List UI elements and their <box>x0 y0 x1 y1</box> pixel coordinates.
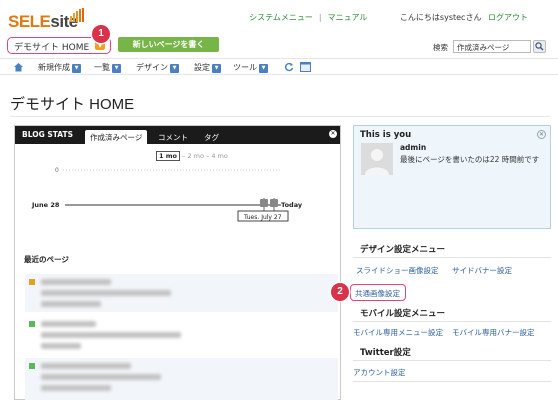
chevron-down-icon: ▼ <box>212 64 221 73</box>
logo-text: SELEsite <box>8 12 78 32</box>
twitter-title: Twitter設定 <box>360 348 411 358</box>
side-banner-link[interactable]: サイドバナー設定 <box>452 265 512 276</box>
refresh-icon[interactable] <box>284 62 294 72</box>
divider: | <box>318 13 322 22</box>
user-name: admin <box>400 143 427 152</box>
selesite-logo[interactable]: SELEsite <box>8 6 88 34</box>
close-icon[interactable]: ✕ <box>537 130 546 139</box>
nav-settings[interactable]: 設定 ▼ <box>194 62 221 73</box>
chart-start-label: June 28 <box>31 201 60 209</box>
blurred-text <box>41 301 101 307</box>
nav-new[interactable]: 新規作成 ▼ <box>38 62 81 73</box>
nav-list-label: 一覧 <box>94 63 110 72</box>
new-page-button[interactable]: 新しいページを書く <box>118 37 219 52</box>
logo-bars-icon <box>70 8 84 22</box>
logo-wordmark: SELEsite <box>8 12 78 31</box>
user-last-post: 最後にページを書いたのは22 時間前です <box>400 155 540 164</box>
nav-tools-label: ツール <box>233 63 257 72</box>
status-indicator <box>29 279 35 285</box>
blurred-text <box>41 321 96 327</box>
mobile-menu-link[interactable]: モバイル専用メニュー設定 <box>353 327 443 338</box>
tab-tags[interactable]: タグ <box>199 130 224 144</box>
manual-link[interactable]: マニュアル <box>328 13 368 22</box>
window-icon[interactable] <box>300 62 311 72</box>
greeting-text: こんにちはsystecさん <box>399 13 482 22</box>
blurred-text <box>41 343 81 349</box>
chevron-down-icon: ▼ <box>112 64 121 73</box>
callout-badge-2: 2 <box>331 283 349 301</box>
close-icon[interactable]: ✕ <box>329 130 337 138</box>
blurred-text <box>41 363 131 369</box>
slider-handle-left <box>260 199 268 207</box>
status-indicator <box>29 321 35 327</box>
account-settings-link[interactable]: アカウント設定 <box>353 367 406 378</box>
range-2mo[interactable]: 2 mo <box>187 152 204 160</box>
divider <box>353 257 551 258</box>
slideshow-image-link[interactable]: スライドショー画像設定 <box>356 265 439 276</box>
chart-tooltip: Tues. July 27 <box>243 214 282 221</box>
main-nav: 新規作成 ▼ 一覧 ▼ デザイン ▼ 設定 ▼ ツール ▼ <box>0 58 558 75</box>
nav-tools[interactable]: ツール ▼ <box>233 62 268 73</box>
divider <box>10 116 550 117</box>
divider <box>353 321 551 322</box>
avatar <box>361 143 393 175</box>
divider <box>353 381 551 382</box>
chevron-down-icon: ▼ <box>170 64 179 73</box>
avatar-silhouette-icon <box>365 149 389 175</box>
recent-pages-title: 最近のページ <box>24 255 69 264</box>
home-icon[interactable] <box>13 62 24 72</box>
blog-stats-panel: BLOG STATS 作成済みページ コメント タグ ✕ 1 mo – 2 mo… <box>14 125 341 400</box>
blurred-text <box>41 332 181 338</box>
user-panel-title: This is you <box>360 130 412 140</box>
blog-stats-header: BLOG STATS 作成済みページ コメント タグ ✕ <box>15 126 340 144</box>
list-item[interactable] <box>25 316 338 354</box>
list-item[interactable] <box>25 274 338 312</box>
nav-settings-label: 設定 <box>194 63 210 72</box>
slider-handle-right <box>270 199 278 207</box>
mobile-banner-link[interactable]: モバイル専用バナー設定 <box>452 327 535 338</box>
design-menu-title: デザイン設定メニュー <box>360 245 446 255</box>
page-title: デモサイト HOME <box>10 96 135 113</box>
blurred-text <box>41 279 111 285</box>
system-menu-link[interactable]: システムメニュー <box>249 13 313 22</box>
tab-comments[interactable]: コメント <box>153 130 193 144</box>
range-selector: 1 mo – 2 mo – 4 mo <box>156 151 228 161</box>
chart-zero-label: 0 <box>55 167 59 174</box>
mobile-menu-title: モバイル設定メニュー <box>360 309 446 319</box>
search-input[interactable]: 作成済みページ <box>453 40 531 53</box>
list-item[interactable] <box>25 358 338 400</box>
search-icon <box>535 42 544 51</box>
range-1mo[interactable]: 1 mo <box>156 151 181 161</box>
site-selector-label: デモサイト HOME <box>14 43 90 53</box>
blurred-text <box>41 385 111 391</box>
user-panel: This is you ✕ admin 最後にページを書いたのは22 時間前です <box>353 125 551 229</box>
nav-design-label: デザイン <box>136 63 168 72</box>
blog-stats-title: BLOG STATS <box>22 130 74 139</box>
callout-badge-1: 1 <box>92 25 110 43</box>
tab-pages[interactable]: 作成済みページ <box>85 130 148 144</box>
nav-design[interactable]: デザイン ▼ <box>136 62 179 73</box>
status-indicator <box>29 363 35 369</box>
divider <box>353 360 551 361</box>
search-label: 検索 <box>433 43 448 52</box>
stats-chart: 0 June 28 Today Tues. July 27 <box>31 167 303 222</box>
nav-list[interactable]: 一覧 ▼ <box>94 62 121 73</box>
blurred-text <box>41 374 161 380</box>
logo-wordmark-accent: SELE <box>8 12 51 31</box>
search-button[interactable] <box>533 40 546 53</box>
chevron-down-icon: ▼ <box>72 64 81 73</box>
nav-new-label: 新規作成 <box>38 63 70 72</box>
blurred-text <box>41 290 171 296</box>
chevron-down-icon: ▼ <box>259 64 268 73</box>
logout-link[interactable]: ログアウト <box>488 13 528 22</box>
range-4mo[interactable]: 4 mo <box>211 152 228 160</box>
chart-end-label: Today <box>281 201 303 209</box>
common-image-link[interactable]: 共通画像設定 <box>355 288 400 299</box>
top-links: システムメニュー | マニュアル こんにちはsystecさん ログアウト <box>249 12 528 23</box>
